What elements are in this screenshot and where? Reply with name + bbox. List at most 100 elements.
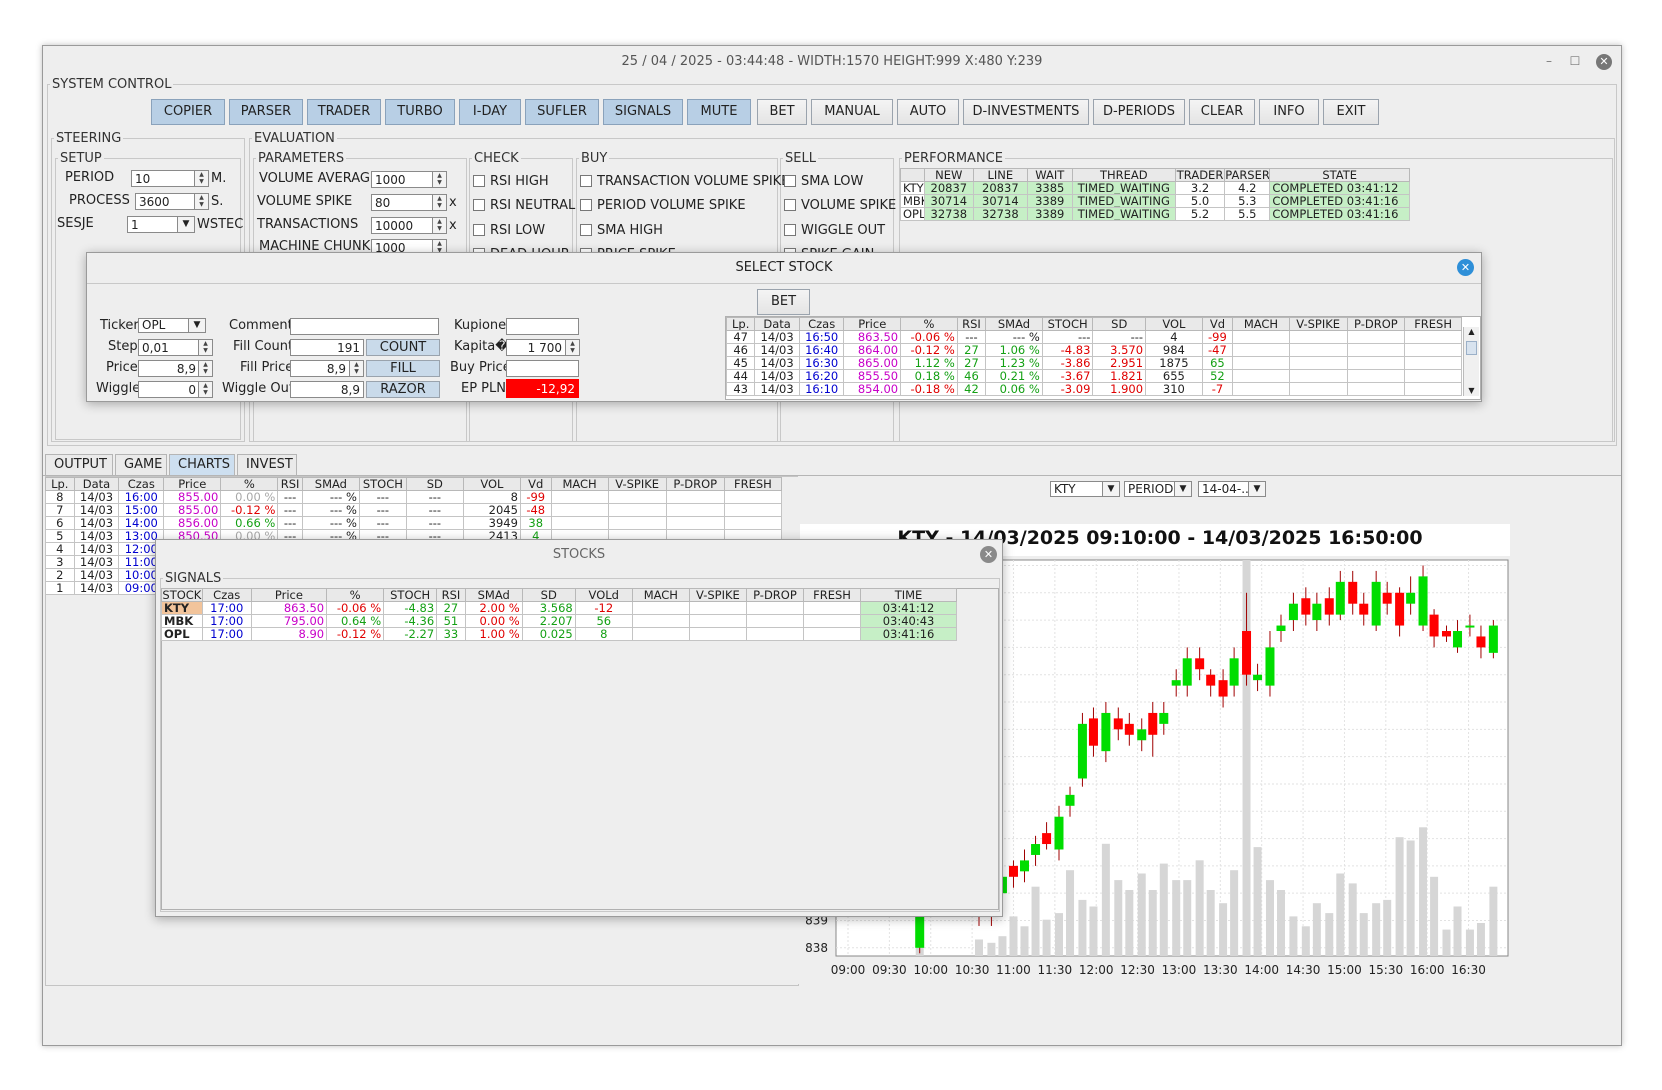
- kapital-spinner[interactable]: ▲ ▼: [565, 339, 580, 356]
- parameter-input[interactable]: 1000: [371, 171, 433, 188]
- razor-button[interactable]: RAZOR: [366, 381, 440, 398]
- chart-mode-select[interactable]: PERIOD ▼: [1124, 481, 1192, 497]
- tab-output[interactable]: OUTPUT: [45, 454, 113, 475]
- table-row[interactable]: MBK 17:00 795.00 0.64 % -4.36 51 0.00 % 2.207 56…: [161, 614, 957, 628]
- tab-invest[interactable]: INVEST: [237, 454, 297, 475]
- close-icon[interactable]: ✕: [980, 546, 997, 563]
- maximize-icon[interactable]: ☐: [1567, 54, 1583, 70]
- step-input[interactable]: 0,01: [138, 339, 200, 356]
- sesje-select[interactable]: 1 ▼: [127, 216, 195, 233]
- minimize-icon[interactable]: –: [1541, 54, 1557, 70]
- table-row[interactable]: OPL 32738 32738 3389 TIMED_WAITING 5.2 5.5 COMP…: [900, 207, 1410, 221]
- volume-bar: [1230, 870, 1239, 956]
- fill-count-input[interactable]: 191: [290, 339, 364, 356]
- tab-charts[interactable]: CHARTS: [169, 454, 235, 475]
- checkbox-sell[interactable]: [784, 224, 796, 236]
- checkbox-check[interactable]: [473, 175, 485, 187]
- checkbox-check[interactable]: [473, 199, 485, 211]
- chart-ticker-select[interactable]: KTY ▼: [1050, 481, 1120, 497]
- system-button-copier[interactable]: COPIER: [151, 99, 225, 125]
- checkbox-buy[interactable]: [580, 199, 592, 211]
- wiggle-out-input[interactable]: 8,9: [290, 381, 364, 398]
- x-tick-label: 16:00: [1410, 963, 1445, 977]
- table-row[interactable]: 43 14/03 16:10 854.00 -0.18 % 42 0.06 % -3.09 1.…: [725, 382, 1462, 396]
- wiggle-input[interactable]: 0: [138, 381, 200, 398]
- system-button-info[interactable]: INFO: [1259, 99, 1319, 125]
- table-row[interactable]: 44 14/03 16:20 855.50 0.18 % 46 0.21 % -3.67 1.8…: [725, 369, 1462, 383]
- price-spinner[interactable]: ▲ ▼: [198, 360, 213, 377]
- system-button-signals[interactable]: SIGNALS: [603, 99, 683, 125]
- table-row[interactable]: 8 14/03 16:00 855.00 0.00 % --- --- % --- --- 8 -9…: [45, 490, 783, 504]
- ticker-select[interactable]: OPL ▼: [138, 318, 206, 333]
- parameter-spinner[interactable]: ▲ ▼: [432, 217, 447, 234]
- system-button-parser[interactable]: PARSER: [229, 99, 303, 125]
- x-tick-label: 14:00: [1244, 963, 1279, 977]
- process-spinner[interactable]: ▲ ▼: [194, 193, 209, 210]
- bet-button[interactable]: BET: [757, 289, 810, 315]
- wiggle-spinner[interactable]: ▲ ▼: [198, 381, 213, 398]
- process-input[interactable]: 3600: [135, 193, 195, 210]
- fill-price-input[interactable]: 8,9: [290, 360, 350, 377]
- checkbox-sell[interactable]: [784, 175, 796, 187]
- sesje-value: 1: [131, 218, 139, 232]
- system-button-exit[interactable]: EXIT: [1323, 99, 1379, 125]
- system-button-mute[interactable]: MUTE: [687, 99, 751, 125]
- volume-bar: [1430, 876, 1439, 956]
- system-button-manual[interactable]: MANUAL: [811, 99, 893, 125]
- candle-body: [1242, 631, 1252, 675]
- scroll-thumb[interactable]: [1466, 341, 1477, 355]
- system-button-turbo[interactable]: TURBO: [385, 99, 455, 125]
- fill-button[interactable]: FILL: [366, 360, 440, 377]
- system-button-d-periods[interactable]: D-PERIODS: [1093, 99, 1185, 125]
- step-spinner[interactable]: ▲ ▼: [198, 339, 213, 356]
- checkbox-buy[interactable]: [580, 224, 592, 236]
- system-button-i-day[interactable]: I-DAY: [459, 99, 521, 125]
- close-window-icon[interactable]: ✕: [1596, 54, 1612, 70]
- table-row[interactable]: 6 14/03 14:00 856.00 0.66 % --- --- % --- --- 394…: [45, 516, 783, 530]
- system-button-d-investments[interactable]: D-INVESTMENTS: [963, 99, 1089, 125]
- candle-body: [1229, 658, 1239, 686]
- kapital-input[interactable]: 1 700: [506, 339, 566, 356]
- checkbox-buy[interactable]: [580, 175, 592, 187]
- system-button-auto[interactable]: AUTO: [897, 99, 959, 125]
- table-row[interactable]: 7 14/03 15:00 855.00 -0.12 % --- --- % --- --- 20…: [45, 503, 783, 517]
- chart-date-select[interactable]: 14-04-... ▼: [1198, 481, 1266, 497]
- system-button-sufler[interactable]: SUFLER: [525, 99, 599, 125]
- system-button-trader[interactable]: TRADER: [307, 99, 381, 125]
- kupione-input[interactable]: [506, 318, 579, 335]
- buy-price-input[interactable]: [506, 360, 579, 377]
- scroll-down-icon[interactable]: ▼: [1464, 386, 1479, 396]
- price-input[interactable]: 8,9: [138, 360, 200, 377]
- period-input[interactable]: 10: [131, 170, 195, 187]
- parameter-input[interactable]: 10000: [371, 217, 433, 234]
- select-stock-scrollbar[interactable]: ▲ ▼: [1463, 327, 1479, 396]
- table-row[interactable]: 45 14/03 16:30 865.00 1.12 % 27 1.23 % -3.86 2.9…: [725, 356, 1462, 370]
- checkbox-check[interactable]: [473, 224, 485, 236]
- x-tick-label: 12:30: [1120, 963, 1155, 977]
- count-button[interactable]: COUNT: [366, 339, 440, 356]
- system-button-bet[interactable]: BET: [757, 99, 807, 125]
- parameter-spinner[interactable]: ▲ ▼: [432, 194, 447, 211]
- table-cell: 863.50: [250, 601, 328, 615]
- candle-body: [1253, 674, 1263, 681]
- parameter-input[interactable]: 80: [371, 194, 433, 211]
- table-row[interactable]: 47 14/03 16:50 863.50 -0.06 % --- --- % --- --- 4…: [725, 330, 1462, 344]
- volume-bar: [1442, 929, 1451, 956]
- comment-input[interactable]: [290, 318, 439, 335]
- scroll-up-icon[interactable]: ▲: [1464, 327, 1479, 337]
- table-row[interactable]: 46 14/03 16:40 864.00 -0.12 % 27 1.06 % -4.83 3.…: [725, 343, 1462, 357]
- period-spinner[interactable]: ▲ ▼: [194, 170, 209, 187]
- checkbox-label: SMA HIGH: [597, 223, 663, 238]
- tab-game[interactable]: GAME: [115, 454, 167, 475]
- volume-bar: [1312, 903, 1321, 956]
- parameter-spinner[interactable]: ▲ ▼: [432, 171, 447, 188]
- table-row[interactable]: OPL 17:00 8.90 -0.12 % -2.27 33 1.00 % 0.025 8 03…: [161, 627, 957, 641]
- system-button-clear[interactable]: CLEAR: [1189, 99, 1255, 125]
- table-row[interactable]: KTY 17:00 863.50 -0.06 % -4.83 27 2.00 % 3.568-…: [161, 601, 957, 615]
- fill-price-spinner[interactable]: ▲ ▼: [349, 360, 364, 377]
- checkbox-sell[interactable]: [784, 199, 796, 211]
- table-row[interactable]: KTY 20837 20837 3385 TIMED_WAITING 3.2 4.2 COMP…: [900, 181, 1410, 195]
- close-icon[interactable]: ✕: [1457, 259, 1474, 276]
- table-cell: -0.06 %: [900, 330, 958, 344]
- table-row[interactable]: MBK30714307143389TIMED_WAITING5.05.3COMP…: [900, 194, 1410, 208]
